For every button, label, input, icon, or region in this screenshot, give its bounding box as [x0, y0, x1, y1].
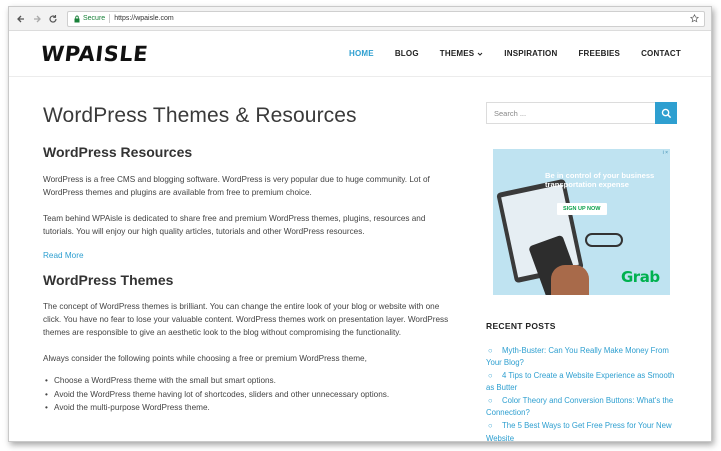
content-area: WordPress Themes & Resources WordPress R…	[9, 79, 711, 441]
grab-logo: Grab	[621, 268, 660, 286]
themes-paragraph-1: The concept of WordPress themes is brill…	[43, 301, 449, 338]
recent-post-link[interactable]: Myth-Buster: Can You Really Make Money F…	[486, 346, 669, 367]
resources-paragraph-2: Team behind WPAisle is dedicated to shar…	[43, 213, 426, 237]
chevron-down-icon	[477, 52, 483, 56]
address-bar[interactable]: Secure https://wpaisle.com	[67, 10, 705, 27]
url-text[interactable]: https://wpaisle.com	[114, 15, 690, 22]
recent-post-link[interactable]: Color Theory and Conversion Buttons: Wha…	[486, 396, 673, 417]
glasses-image	[585, 233, 623, 247]
resources-paragraph-1: WordPress is a free CMS and blogging sof…	[43, 175, 430, 198]
bookmark-star-icon[interactable]	[690, 14, 699, 23]
secure-label: Secure	[83, 15, 106, 22]
nav-home[interactable]: HOME	[349, 49, 374, 58]
resources-heading: WordPress Resources	[43, 144, 193, 160]
forward-arrow-icon[interactable]	[31, 13, 43, 25]
nav-freebies[interactable]: FREEBIES	[578, 49, 620, 58]
site-logo[interactable]: WPAISLE	[40, 42, 150, 66]
browser-window: Secure https://wpaisle.com WPAISLE HOME …	[8, 6, 712, 442]
nav-themes-label: THEMES	[439, 49, 475, 58]
ad-choices-icon[interactable]: i ×	[663, 150, 668, 156]
main-navigation: HOME BLOG THEMES INSPIRATION FREEBIES CO…	[328, 49, 681, 58]
site-header: WPAISLE HOME BLOG THEMES INSPIRATION FRE…	[9, 31, 711, 77]
nav-themes[interactable]: THEMES	[440, 49, 484, 58]
nav-contact[interactable]: CONTACT	[641, 49, 681, 58]
circle-bullet-icon: ○	[488, 371, 493, 381]
search-icon	[661, 108, 671, 118]
search-input[interactable]	[486, 102, 655, 124]
recent-post-item[interactable]: ○ 4 Tips to Create a Website Experience a…	[486, 370, 677, 395]
back-arrow-icon[interactable]	[15, 13, 27, 25]
read-more-link[interactable]: Read More	[43, 251, 449, 260]
recent-post-item[interactable]: ○ Myth-Buster: Can You Really Make Money …	[486, 345, 677, 370]
nav-blog[interactable]: BLOG	[395, 49, 419, 58]
list-item-text: Choose a WordPress theme with the small …	[54, 376, 276, 386]
list-item-text: Avoid the multi-purpose WordPress theme.	[54, 403, 210, 413]
address-divider	[109, 14, 111, 23]
circle-bullet-icon: ○	[488, 421, 493, 431]
nav-inspiration[interactable]: INSPIRATION	[504, 49, 557, 58]
circle-bullet-icon: ○	[488, 396, 493, 406]
themes-heading: WordPress Themes	[43, 271, 174, 288]
list-item-text: Avoid the WordPress theme having lot of …	[54, 389, 390, 399]
recent-posts-list: ○ Myth-Buster: Can You Really Make Money …	[486, 345, 677, 441]
browser-toolbar: Secure https://wpaisle.com	[9, 7, 711, 31]
recent-post-item[interactable]: ○ Color Theory and Conversion Buttons: Wh…	[486, 395, 677, 420]
search-button[interactable]	[655, 102, 677, 124]
list-item: • Avoid the multi-purpose WordPress theme…	[45, 401, 449, 414]
list-item: • Avoid the WordPress theme having lot of…	[45, 388, 449, 401]
sidebar: i × Be in control of your business trans…	[486, 79, 677, 441]
bullet-dot-icon: •	[45, 376, 48, 386]
main-content: WordPress Themes & Resources WordPress R…	[43, 79, 449, 414]
recent-post-link[interactable]: The 5 Best Ways to Get Free Press for Yo…	[486, 421, 672, 441]
search-form	[486, 102, 677, 124]
bullet-dot-icon: •	[45, 403, 48, 413]
page-title: WordPress Themes & Resources	[43, 104, 357, 127]
themes-paragraph-2: Always consider the following points whi…	[43, 353, 367, 363]
recent-post-link[interactable]: 4 Tips to Create a Website Experience as…	[486, 371, 674, 392]
grab-advertisement[interactable]: i × Be in control of your business trans…	[493, 149, 670, 295]
reload-icon[interactable]	[47, 13, 59, 25]
circle-bullet-icon: ○	[488, 346, 493, 355]
recent-posts-title: RECENT POSTS	[486, 321, 556, 331]
list-item: • Choose a WordPress theme with the small…	[45, 374, 449, 387]
bullet-dot-icon: •	[45, 389, 48, 399]
lock-icon	[74, 15, 80, 22]
ad-headline: Be in control of your business transport…	[545, 171, 655, 189]
themes-bullet-list: • Choose a WordPress theme with the small…	[43, 374, 449, 414]
hand-image	[551, 265, 589, 295]
recent-post-item[interactable]: ○ The 5 Best Ways to Get Free Press for Y…	[486, 420, 677, 441]
ad-signup-button[interactable]: SIGN UP NOW	[557, 203, 607, 215]
